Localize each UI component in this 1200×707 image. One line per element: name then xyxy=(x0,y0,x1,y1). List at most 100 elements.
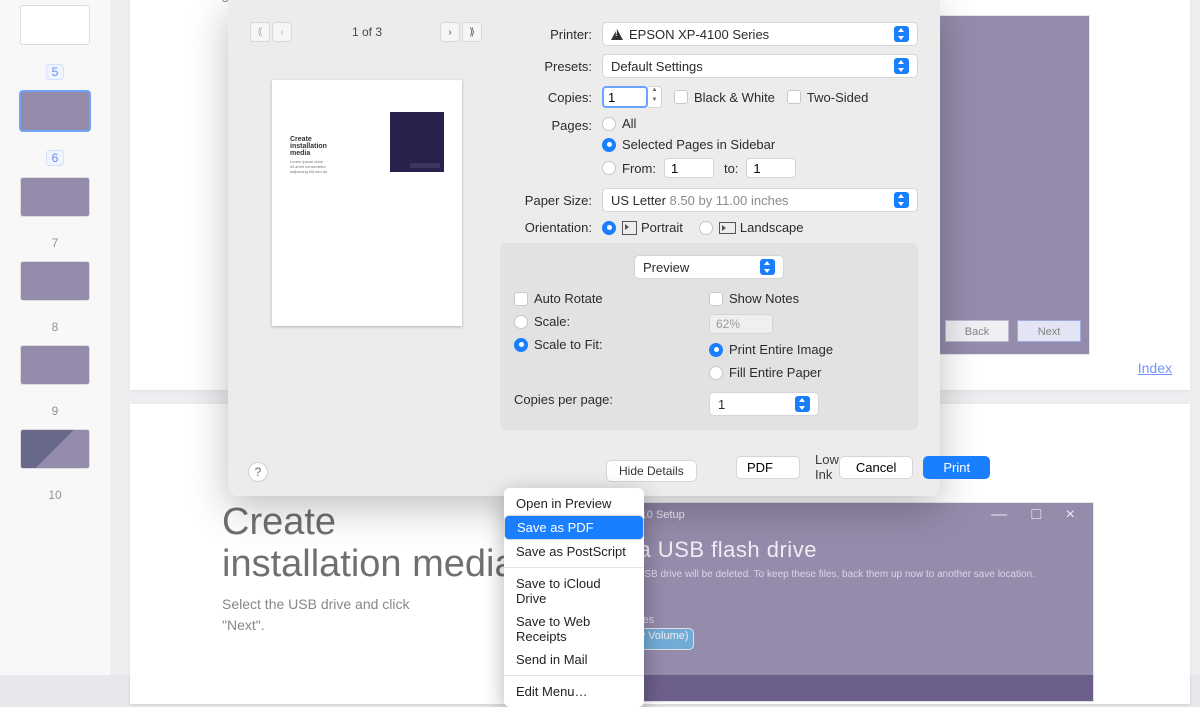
pages-from-label: From: xyxy=(622,161,656,176)
thumb-body: Lorem ipsum dolor sit amet consectetur a… xyxy=(290,159,328,175)
pages-from-input[interactable] xyxy=(664,158,714,178)
slide-title: Createinstallation media xyxy=(222,502,516,586)
scale-fit-label: Scale to Fit: xyxy=(534,337,603,352)
copies-label: Copies: xyxy=(500,90,602,105)
slide-number: 10 xyxy=(0,488,110,502)
preview-navigation: ⟪ ‹ 1 of 3 › ⟫ xyxy=(250,22,484,42)
cancel-button[interactable]: Cancel xyxy=(839,456,913,479)
pages-label: Pages: xyxy=(500,116,602,133)
slide-thumbnail[interactable] xyxy=(21,430,89,468)
slide-thumbnail-sidebar: 5 6 7 8 9 10 xyxy=(0,0,110,675)
page-indicator: 1 of 3 xyxy=(294,25,440,39)
printer-select[interactable]: EPSON XP-4100 Series xyxy=(602,22,918,46)
slide-number: 6 xyxy=(0,150,110,166)
portrait-icon xyxy=(622,221,637,235)
paper-size-label: Paper Size: xyxy=(500,193,602,208)
black-white-label: Black & White xyxy=(694,90,775,105)
window-subtext: on your USB drive will be deleted. To ke… xyxy=(601,569,1077,580)
app-options-panel: Preview Auto Rotate Scale: Scale to Fit:… xyxy=(500,243,918,430)
help-button[interactable]: ? xyxy=(248,462,268,482)
slide-number: 9 xyxy=(0,404,110,418)
low-ink-status: Low Ink xyxy=(815,452,839,482)
auto-rotate-checkbox[interactable] xyxy=(514,292,528,306)
slide-thumbnail[interactable] xyxy=(21,178,89,216)
landscape-icon xyxy=(719,222,736,234)
screenshot-window: Windows 10 Setup— □ × ect a USB flash dr… xyxy=(584,502,1094,702)
dropdown-arrow-icon xyxy=(894,58,909,74)
landscape-label: Landscape xyxy=(740,220,804,235)
print-dialog: ⟪ ‹ 1 of 3 › ⟫ Create installation media… xyxy=(228,0,940,496)
scale-input xyxy=(709,314,773,334)
print-entire-radio[interactable] xyxy=(709,343,723,357)
hide-details-button[interactable]: Hide Details xyxy=(606,460,697,482)
auto-rotate-label: Auto Rotate xyxy=(534,291,603,306)
app-options-select[interactable]: Preview xyxy=(634,255,784,279)
next-button: Next xyxy=(1017,320,1081,342)
pdf-menu-button[interactable]: PDF xyxy=(736,456,800,479)
print-button[interactable]: Print xyxy=(923,456,990,479)
index-link[interactable]: Index xyxy=(1138,360,1172,376)
next-page-button[interactable]: › xyxy=(440,22,460,42)
slide-thumbnail[interactable] xyxy=(21,92,89,130)
slide-number: 8 xyxy=(0,320,110,334)
copies-per-page-label: Copies per page: xyxy=(514,392,613,407)
fill-paper-radio[interactable] xyxy=(709,366,723,380)
pages-selected-label: Selected Pages in Sidebar xyxy=(622,137,775,152)
orientation-portrait-radio[interactable] xyxy=(602,221,616,235)
slide-number: 5 xyxy=(0,64,110,80)
back-button: Back xyxy=(945,320,1009,342)
dropdown-arrow-icon xyxy=(894,192,909,208)
prev-page-button[interactable]: ‹ xyxy=(272,22,292,42)
pages-to-label: to: xyxy=(724,161,738,176)
show-notes-checkbox[interactable] xyxy=(709,292,723,306)
slide-thumbnail[interactable] xyxy=(21,262,89,300)
pages-to-input[interactable] xyxy=(746,158,796,178)
copies-per-page-select[interactable]: 1 xyxy=(709,392,819,416)
first-page-button[interactable]: ⟪ xyxy=(250,22,270,42)
last-page-button[interactable]: ⟫ xyxy=(462,22,482,42)
show-notes-label: Show Notes xyxy=(729,291,799,306)
two-sided-label: Two-Sided xyxy=(807,90,868,105)
menu-item-save-web-receipts[interactable]: Save to Web Receipts xyxy=(504,610,644,648)
pdf-dropdown-menu: Open in Preview Save as PDF Save as Post… xyxy=(504,488,644,707)
dropdown-arrow-icon xyxy=(779,460,793,474)
print-entire-label: Print Entire Image xyxy=(729,342,833,357)
copies-stepper[interactable]: ▲▼ xyxy=(648,86,662,108)
warning-icon xyxy=(611,29,623,40)
fill-paper-label: Fill Entire Paper xyxy=(729,365,821,380)
dropdown-arrow-icon xyxy=(894,26,909,42)
menu-item-save-icloud[interactable]: Save to iCloud Drive xyxy=(504,572,644,610)
menu-item-save-pdf[interactable]: Save as PDF xyxy=(504,515,644,540)
menu-item-save-postscript[interactable]: Save as PostScript xyxy=(504,540,644,563)
menu-item-open-preview[interactable]: Open in Preview xyxy=(504,492,644,515)
scale-radio[interactable] xyxy=(514,315,528,329)
window-heading: ect a USB flash drive xyxy=(601,537,1077,563)
slide-thumbnail[interactable] xyxy=(21,6,89,44)
menu-item-edit-menu[interactable]: Edit Menu… xyxy=(504,680,644,703)
dropdown-arrow-icon xyxy=(760,259,775,275)
paper-size-select[interactable]: US Letter 8.50 by 11.00 inches xyxy=(602,188,918,212)
slide-thumbnail[interactable] xyxy=(21,346,89,384)
window-controls: — □ × xyxy=(991,506,1085,524)
pages-selected-radio[interactable] xyxy=(602,138,616,152)
presets-select[interactable]: Default Settings xyxy=(602,54,918,78)
presets-label: Presets: xyxy=(500,59,602,74)
orientation-landscape-radio[interactable] xyxy=(699,221,713,235)
printer-label: Printer: xyxy=(500,27,602,42)
drive-group: able drives xyxy=(601,614,1077,626)
thumb-screenshot xyxy=(390,112,444,172)
pages-all-radio[interactable] xyxy=(602,117,616,131)
slide-number: 7 xyxy=(0,236,110,250)
scale-label: Scale: xyxy=(534,314,570,329)
scale-fit-radio[interactable] xyxy=(514,338,528,352)
copies-input[interactable] xyxy=(602,86,648,108)
pages-from-radio[interactable] xyxy=(602,161,616,175)
pages-all-label: All xyxy=(622,116,636,131)
menu-item-send-mail[interactable]: Send in Mail xyxy=(504,648,644,671)
black-white-checkbox[interactable] xyxy=(674,90,688,104)
dropdown-arrow-icon xyxy=(795,396,810,412)
orientation-label: Orientation: xyxy=(500,220,602,235)
thumb-title: Create installation media xyxy=(290,136,328,157)
two-sided-checkbox[interactable] xyxy=(787,90,801,104)
print-preview-thumbnail: Create installation media Lorem ipsum do… xyxy=(272,80,462,326)
